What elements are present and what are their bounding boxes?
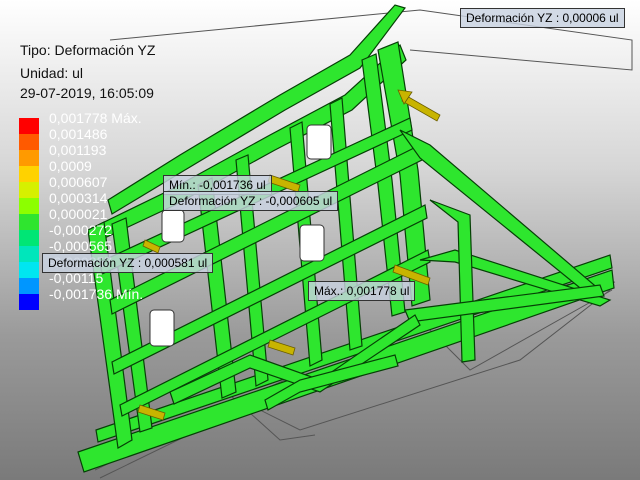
probe-label-max[interactable]: Máx.: 0,001778 ul <box>308 281 416 301</box>
probe-label-top[interactable]: Deformación YZ : 0,00006 ul <box>460 8 625 28</box>
legend-swatch <box>19 246 39 262</box>
legend-value: -0,000565 <box>49 238 113 254</box>
legend-swatch <box>19 182 39 198</box>
legend-swatch <box>19 294 39 310</box>
legend-value: -0,000272 <box>49 222 113 238</box>
legend-swatch <box>19 134 39 150</box>
deformed-frame <box>77 4 615 473</box>
legend-value: 0,001778 Máx. <box>49 110 142 126</box>
legend-swatch <box>19 198 39 214</box>
graphics-viewport[interactable]: Tipo: Deformación YZ Unidad: ul 29-07-20… <box>0 0 640 480</box>
legend-swatch <box>19 166 39 182</box>
legend-swatch <box>19 278 39 294</box>
probe-label-mid[interactable]: Deformación YZ : -0,000605 ul <box>163 191 339 211</box>
legend-value: -0,001736 Mín. <box>49 286 144 302</box>
timestamp-label: 29-07-2019, 16:05:09 <box>20 85 154 101</box>
legend-value: 0,001486 <box>49 126 108 142</box>
unit-label: Unidad: ul <box>20 65 84 81</box>
legend-swatch <box>19 262 39 278</box>
legend-value: 0,000607 <box>49 174 108 190</box>
legend-value: 0,000021 <box>49 206 108 222</box>
legend-swatch <box>19 230 39 246</box>
legend-value: 0,0009 <box>49 158 92 174</box>
probe-label-left[interactable]: Deformación YZ : 0,000581 ul <box>42 253 214 273</box>
result-type-label: Tipo: Deformación YZ <box>20 42 156 58</box>
legend-swatch <box>19 118 39 134</box>
legend-value: 0,001193 <box>49 142 107 158</box>
legend-value: 0,000314 <box>49 190 108 206</box>
legend-swatch <box>19 150 39 166</box>
legend-swatch <box>19 214 39 230</box>
